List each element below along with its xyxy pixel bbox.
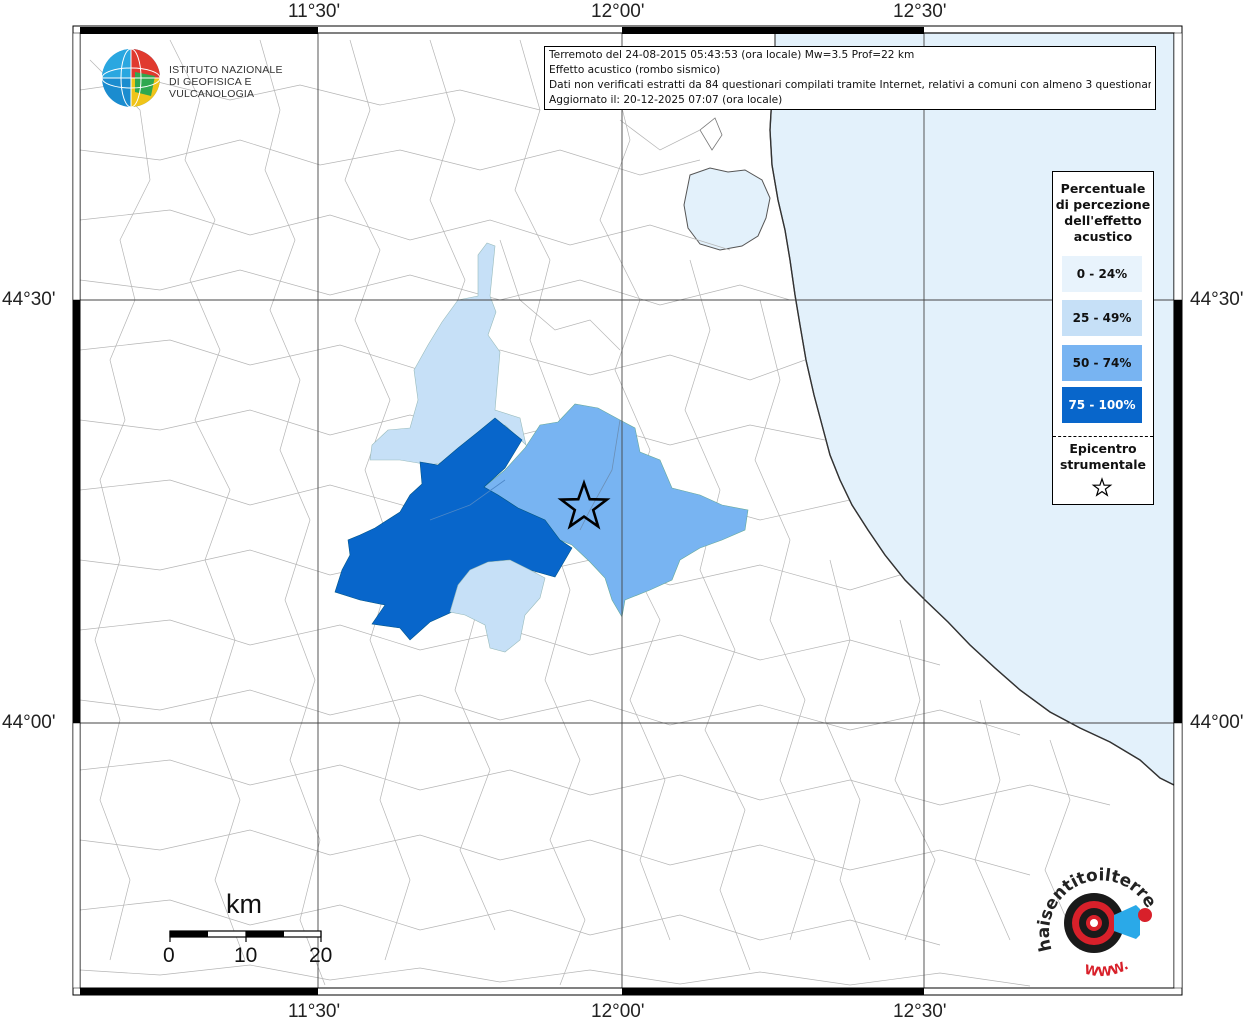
event-info-line3: Dati non verificati estratti da 84 quest… — [549, 79, 1151, 91]
legend-class-75-100: 75 - 100% — [1062, 387, 1142, 423]
legend-separator — [1053, 436, 1153, 437]
lon-label-top-1230: 12°30' — [893, 1, 947, 22]
legend-class-label: 50 - 74% — [1072, 356, 1132, 370]
scale-tick-0: 0 — [163, 944, 175, 967]
legend-class-label: 0 - 24% — [1076, 267, 1128, 281]
event-info-line1: Terremoto del 24-08-2015 05:43:53 (ora l… — [549, 49, 915, 61]
legend-class-50-74: 50 - 74% — [1062, 345, 1142, 381]
lat-label-left-4400: 44°00' — [2, 712, 56, 733]
legend: Percentuale di percezione dell'effetto a… — [1052, 171, 1154, 505]
haisentito-watermark-logo: haisentitoilterremoto.it WWW. — [1032, 855, 1160, 980]
lat-label-right-4400: 44°00' — [1190, 712, 1244, 733]
lon-label-top-1130: 11°30' — [288, 1, 341, 22]
scale-unit: km — [226, 889, 262, 919]
svg-text:WWW.: WWW. — [1083, 958, 1131, 980]
legend-class-label: 25 - 49% — [1072, 311, 1132, 325]
legend-class-0-24: 0 - 24% — [1062, 256, 1142, 292]
watermark-www: WWW. — [1083, 958, 1131, 980]
legend-title-line: Percentuale — [1060, 181, 1146, 196]
ingv-logo: ISTITUTO NAZIONALE DI GEOFISICA E VULCAN… — [100, 46, 320, 110]
legend-title-line: acustico — [1073, 229, 1133, 244]
event-info-box: Terremoto del 24-08-2015 05:43:53 (ora l… — [544, 46, 1156, 110]
legend-class-label: 75 - 100% — [1068, 398, 1136, 412]
legend-title-line: di percezione — [1055, 197, 1151, 212]
lon-label-bottom-1230: 12°30' — [893, 1001, 947, 1022]
lat-label-left-4430: 44°30' — [2, 289, 56, 310]
legend-epicenter-line: strumentale — [1059, 457, 1147, 472]
scale-tick-10: 10 — [234, 944, 258, 967]
legend-star-icon — [1091, 477, 1113, 497]
event-info-line2: Effetto acustico (rombo sismico) — [549, 64, 721, 76]
lon-label-bottom-1200: 12°00' — [591, 1001, 645, 1022]
legend-epicenter-label: Epicentro strumentale — [1053, 441, 1153, 473]
lat-label-right-4430: 44°30' — [1190, 289, 1244, 310]
legend-class-25-49: 25 - 49% — [1062, 300, 1142, 336]
event-info-line4: Aggiornato il: 20-12-2025 07:07 (ora loc… — [549, 94, 783, 106]
lon-label-bottom-1130: 11°30' — [288, 1001, 341, 1022]
lon-label-top-1200: 12°00' — [591, 1, 645, 22]
legend-title: Percentuale di percezione dell'effetto a… — [1053, 181, 1153, 245]
scale-tick-20: 20 — [309, 944, 333, 967]
legend-epicenter-line: Epicentro — [1069, 441, 1137, 456]
legend-title-line: dell'effetto — [1064, 213, 1142, 228]
ingv-logo-line1: ISTITUTO NAZIONALE — [169, 64, 283, 76]
ingv-logo-line2: DI GEOFISICA E VULCANOLOGIA — [169, 76, 255, 100]
map-panel — [79, 32, 1175, 989]
